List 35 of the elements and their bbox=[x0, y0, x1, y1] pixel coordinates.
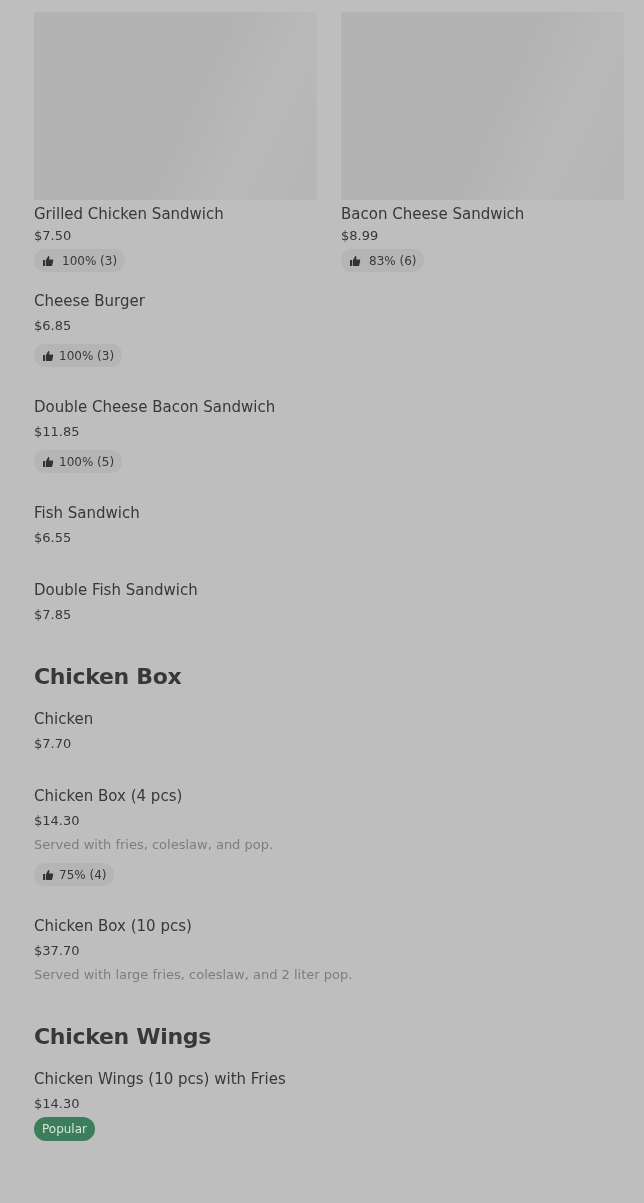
rating-text: 100% (3) bbox=[59, 348, 115, 363]
item-price: $6.85 bbox=[34, 317, 73, 335]
section-heading: Chicken Box bbox=[34, 663, 183, 691]
section-heading: Chicken Wings bbox=[34, 1023, 213, 1051]
item-description: Served with fries, coleslaw, and pop. bbox=[34, 836, 275, 854]
item-name[interactable]: Double Cheese Bacon Sandwich bbox=[34, 395, 624, 419]
item-price: $6.55 bbox=[34, 529, 73, 547]
item-name: Grilled Chicken Sandwich bbox=[34, 204, 225, 225]
item-name[interactable]: Fish Sandwich bbox=[34, 501, 624, 525]
item-name: Bacon Cheese Sandwich bbox=[341, 204, 526, 225]
item-name[interactable]: Cheese Burger bbox=[34, 289, 624, 313]
item-price: $14.30 bbox=[34, 1095, 81, 1113]
item-price: $11.85 bbox=[34, 423, 81, 441]
item-name[interactable]: Chicken Box (4 pcs) bbox=[34, 784, 624, 808]
thumbs-up-icon bbox=[42, 455, 54, 468]
rating-text: 75% (4) bbox=[59, 867, 107, 882]
item-name[interactable]: Chicken Wings (10 pcs) with Fries bbox=[34, 1067, 624, 1091]
item-price: $7.50 bbox=[34, 227, 73, 245]
item-price: $7.85 bbox=[34, 606, 73, 624]
item-price: $7.70 bbox=[34, 735, 73, 753]
rating-text: 83% (6) bbox=[369, 253, 417, 268]
thumbs-up-icon bbox=[42, 349, 54, 362]
popular-badge: Popular bbox=[34, 1117, 95, 1141]
item-price: $8.99 bbox=[341, 227, 380, 245]
item-name[interactable]: Chicken Box (10 pcs) bbox=[34, 914, 624, 938]
item-price: $37.70 bbox=[34, 942, 81, 960]
thumbs-up-icon bbox=[42, 254, 54, 267]
rating-text: 100% (5) bbox=[59, 454, 115, 469]
item-description: Served with large fries, coleslaw, and 2 liter pop. bbox=[34, 966, 354, 984]
thumbs-up-icon bbox=[42, 868, 54, 881]
item-name[interactable]: Chicken bbox=[34, 707, 624, 731]
item-price: $14.30 bbox=[34, 812, 81, 830]
item-name[interactable]: Double Fish Sandwich bbox=[34, 578, 624, 602]
rating-text: 100% (3) bbox=[62, 253, 118, 268]
thumbs-up-icon bbox=[349, 254, 361, 267]
